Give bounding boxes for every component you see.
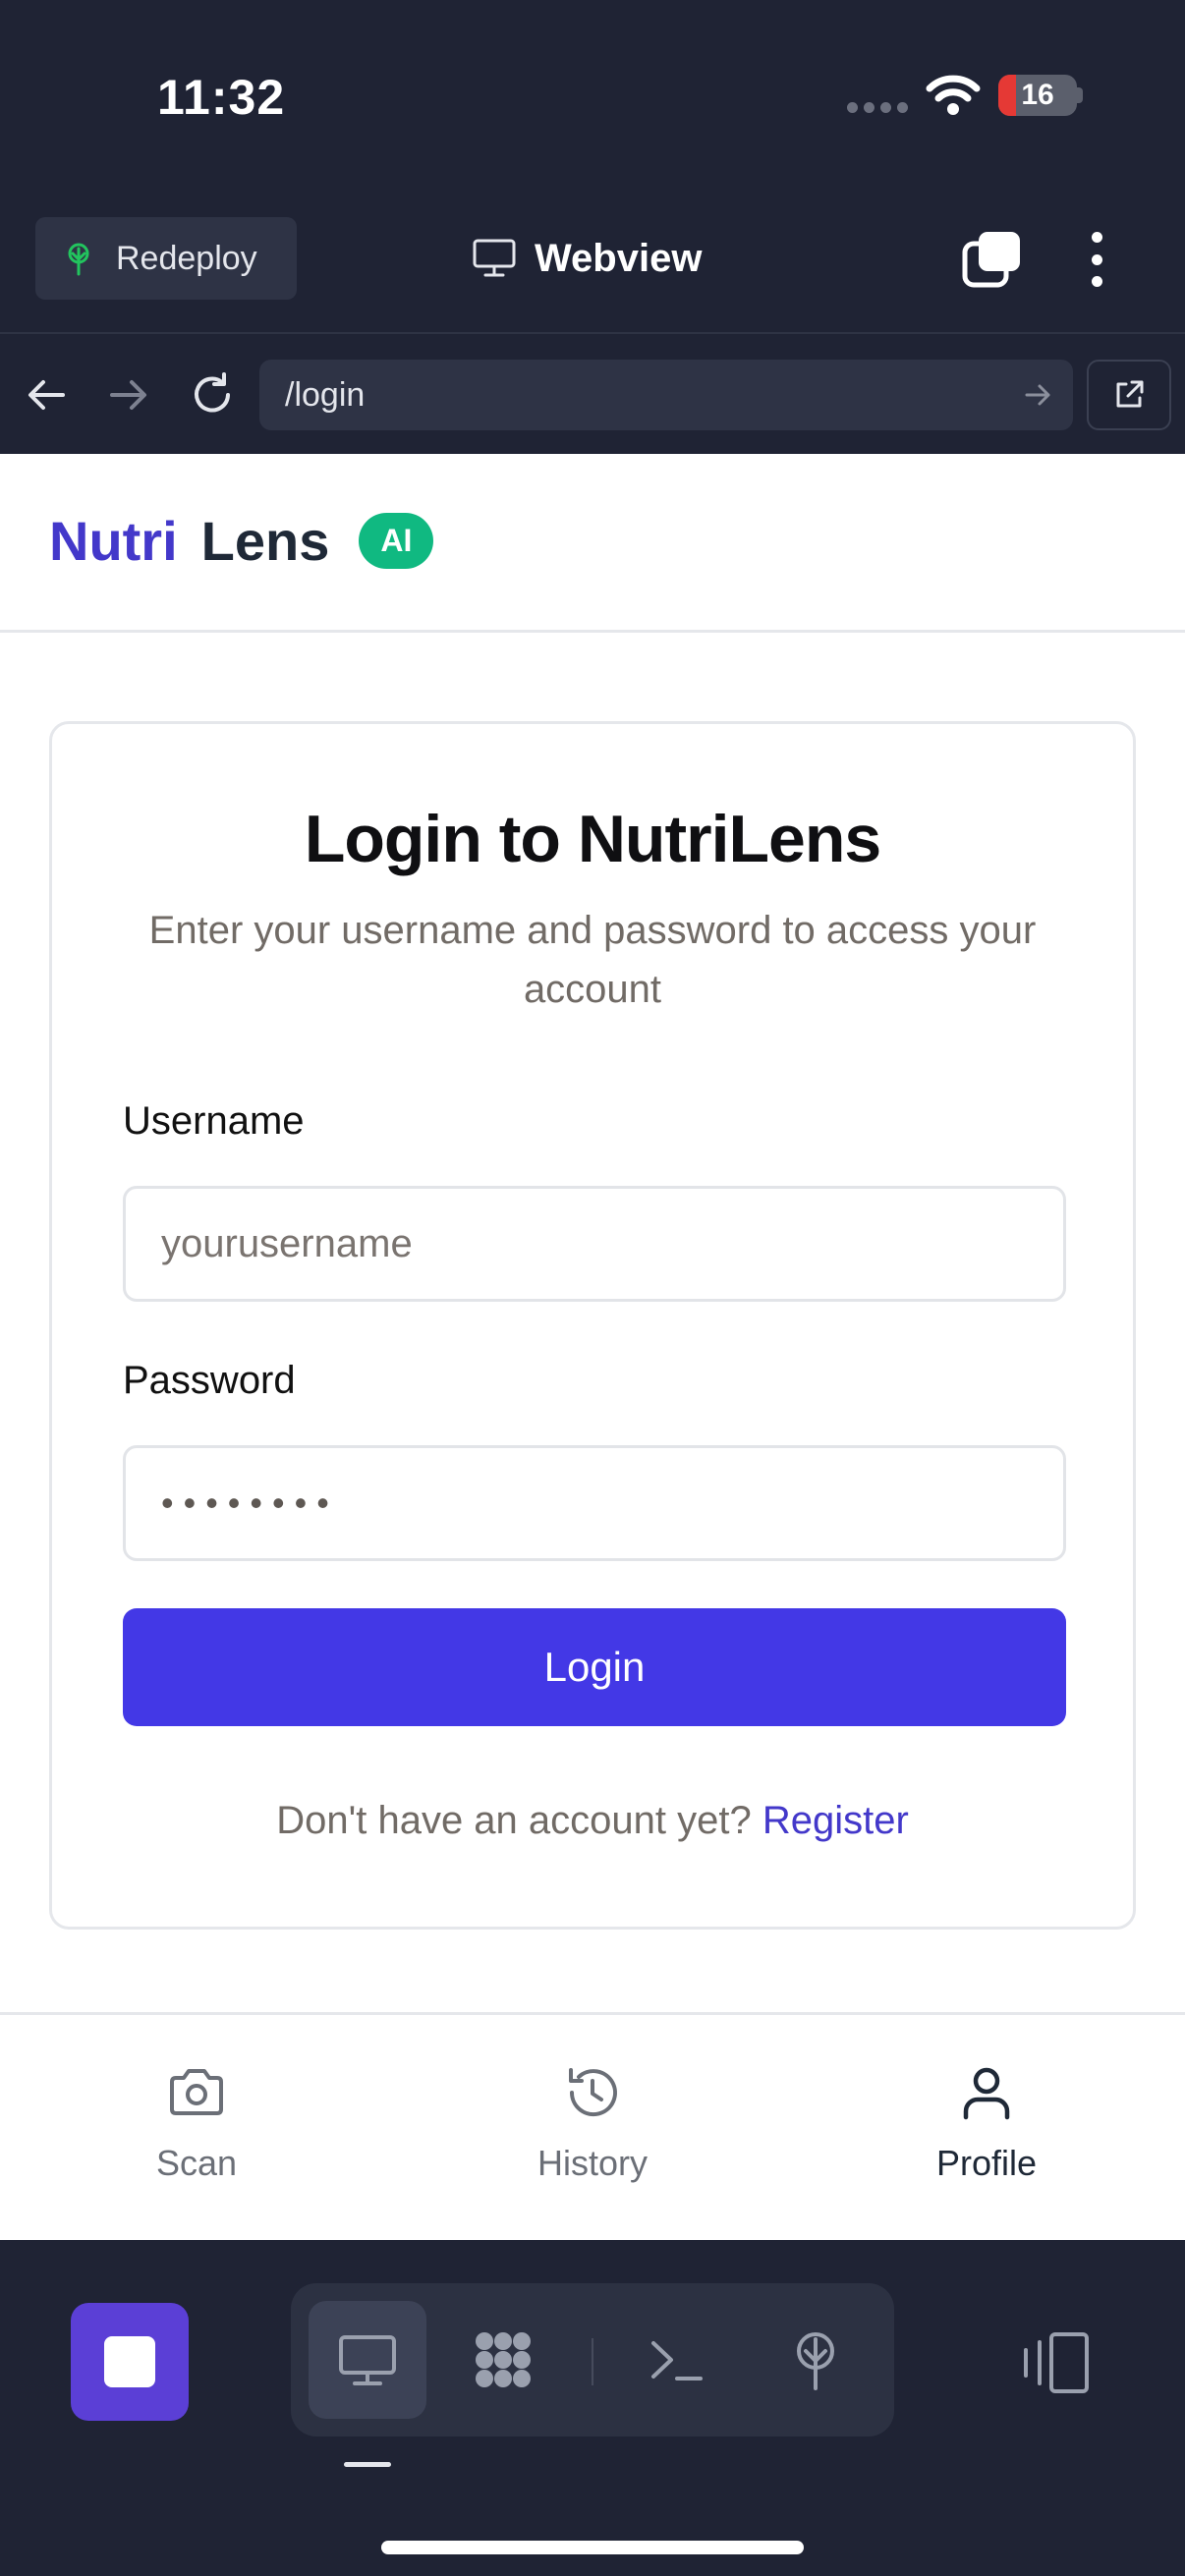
nav-label-scan: Scan [155,2143,238,2183]
forward-arrow-icon[interactable] [102,369,153,420]
dock-deploy-button[interactable] [757,2301,875,2419]
dock-apps-button[interactable] [444,2301,562,2419]
password-value: •••••••• [161,1483,339,1523]
nav-label-profile: Profile [935,2143,1038,2183]
dock-webview-button[interactable] [309,2301,426,2419]
user-icon [963,2067,1010,2120]
redeploy-button[interactable]: Redeploy [35,217,297,300]
tabs-icon[interactable] [961,230,1024,289]
brand-part-2: Lens [200,510,330,572]
register-prompt: Don't have an account yet? Register [52,1799,1133,1843]
battery-icon: 16 [998,75,1077,116]
deploy-icon [797,2332,834,2390]
more-options-icon[interactable] [1079,230,1114,289]
go-arrow-icon[interactable] [1022,379,1053,411]
side-panel-icon[interactable] [1018,2328,1093,2397]
active-indicator [344,2462,391,2467]
url-bar-row: /login [0,336,1185,454]
url-text: /login [285,375,366,414]
stop-icon [104,2336,155,2387]
brand-logo[interactable]: Nutri Lens AI [49,509,434,573]
username-input[interactable]: yourusername [123,1186,1066,1302]
back-arrow-icon[interactable] [22,369,73,420]
nav-item-profile[interactable]: Profile [869,2060,1104,2184]
webpage: Nutri Lens AI Login to NutriLens Enter y… [0,454,1185,2240]
login-button[interactable]: Login [123,1608,1066,1726]
webview-title-label: Webview [535,236,703,280]
status-time: 11:32 [157,70,286,125]
bottom-dock [0,2240,1185,2576]
battery-tip [1077,87,1083,103]
wifi-icon [926,75,981,115]
register-prompt-text: Don't have an account yet? [276,1799,752,1842]
battery-level: 16 [1021,79,1054,111]
login-card: Login to NutriLens Enter your username a… [49,721,1136,1930]
nav-label-history: History [536,2143,648,2183]
terminal-icon [651,2341,703,2380]
open-external-button[interactable] [1087,360,1171,430]
ai-badge: AI [359,513,434,569]
history-icon [569,2068,617,2117]
username-placeholder: yourusername [161,1221,413,1265]
tree-icon [68,243,89,276]
nav-item-history[interactable]: History [475,2060,710,2184]
apps-grid-icon [476,2332,531,2387]
app-toolbar: Redeploy Webview [0,196,1185,334]
external-link-icon [1116,380,1144,408]
stop-button[interactable] [71,2303,189,2421]
dock-separator [592,2338,593,2385]
url-input[interactable]: /login [259,360,1073,430]
monitor-icon [339,2335,396,2385]
webview-title: Webview [472,226,702,291]
page-subtitle: Enter your username and password to acce… [148,909,1037,1011]
home-indicator [381,2541,804,2554]
password-input[interactable]: •••••••• [123,1445,1066,1561]
cellular-signal-icon [847,102,908,113]
bottom-nav: Scan History Profile [0,2012,1185,2240]
status-bar: 11:32 16 [0,0,1185,196]
brand-part-1: Nutri [49,510,178,572]
reload-icon[interactable] [187,369,238,420]
site-header: Nutri Lens AI [0,454,1185,633]
register-link[interactable]: Register [762,1799,909,1842]
redeploy-label: Redeploy [116,239,257,277]
camera-icon [170,2069,223,2115]
password-label: Password [123,1359,296,1402]
monitor-icon [473,239,516,277]
dock-group [291,2283,894,2436]
nav-item-scan[interactable]: Scan [79,2060,314,2184]
username-label: Username [123,1099,305,1143]
page-title: Login to NutriLens [304,802,881,876]
dock-terminal-button[interactable] [617,2301,735,2419]
